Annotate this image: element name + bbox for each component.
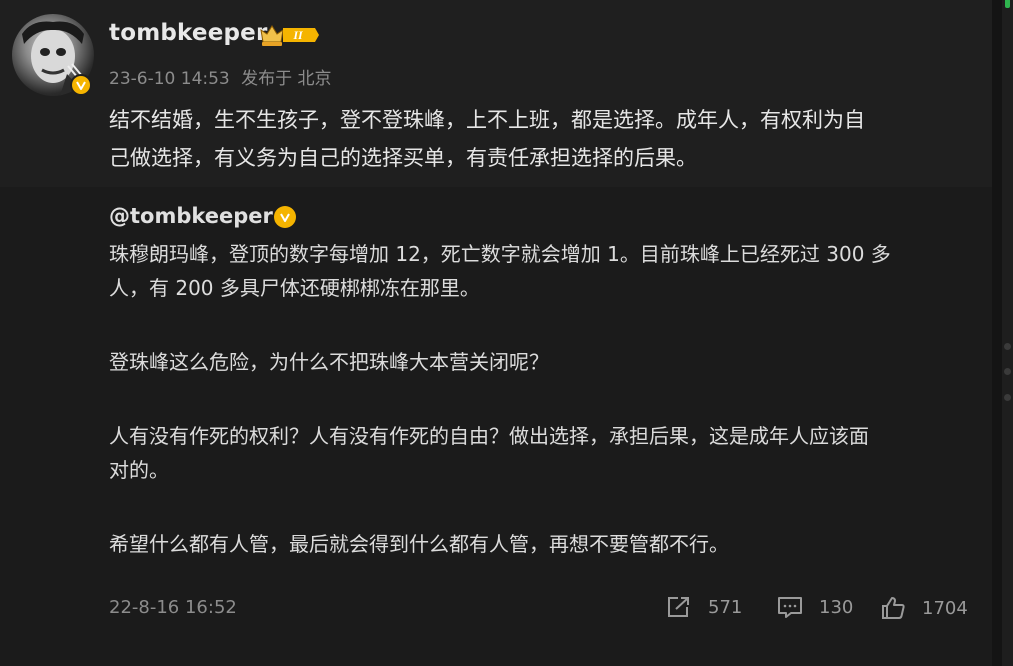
like-count: 1704 xyxy=(922,597,968,619)
reposted-content[interactable]: @tombkeeper 珠穆朗玛峰，登顶的数字每增加 12，死亡数字就会增加 1… xyxy=(0,187,992,666)
verified-icon xyxy=(70,74,92,96)
scrollbar-accent xyxy=(1005,0,1010,8)
repost-body: 珠穆朗玛峰，登顶的数字每增加 12，死亡数字就会增加 1。目前珠峰上已经死过 3… xyxy=(109,237,979,561)
original-post: tombkeeper II 23-6-10 14:53 发布于 北京 结不结婚，… xyxy=(0,0,992,187)
post-timestamp[interactable]: 23-6-10 14:53 xyxy=(109,69,230,89)
comment-button[interactable]: 130 xyxy=(777,595,853,619)
vip-level-text: II xyxy=(292,28,304,42)
scrollbar[interactable] xyxy=(1002,0,1013,666)
like-icon xyxy=(882,597,905,619)
scroll-dot xyxy=(1004,394,1011,401)
username[interactable]: tombkeeper xyxy=(109,20,268,46)
comment-count: 130 xyxy=(819,596,854,618)
post-text-line: 己做选择，有义务为自己的选择买单，有责任承担选择的后果。 xyxy=(109,146,697,170)
repost-text-line: 珠穆朗玛峰，登顶的数字每增加 12，死亡数字就会增加 1。目前珠峰上已经死过 3… xyxy=(109,242,891,266)
scroll-dot xyxy=(1004,368,1011,375)
like-button[interactable]: 1704 xyxy=(880,595,968,621)
scroll-dot xyxy=(1004,343,1011,350)
share-button[interactable]: 571 xyxy=(666,595,742,619)
repost-text-line: 人有没有作死的权利？人有没有作死的自由？做出选择，承担后果，这是成年人应该面 xyxy=(109,424,869,448)
weibo-post-view: tombkeeper II 23-6-10 14:53 发布于 北京 结不结婚，… xyxy=(0,0,1013,666)
share-count: 571 xyxy=(708,596,743,618)
share-icon xyxy=(668,597,689,617)
repost-text-line: 希望什么都有人管，最后就会得到什么都有人管，再想不要管都不行。 xyxy=(109,532,729,556)
post-card: tombkeeper II 23-6-10 14:53 发布于 北京 结不结婚，… xyxy=(0,0,992,666)
post-meta: 23-6-10 14:53 发布于 北京 xyxy=(109,64,332,89)
post-body: 结不结婚，生不生孩子，登不登珠峰，上不上班，都是选择。成年人，有权利为自 己做选… xyxy=(109,101,979,177)
repost-text-line: 人，有 200 多具尸体还硬梆梆冻在那里。 xyxy=(109,276,480,300)
repost-author-link[interactable]: @tombkeeper xyxy=(109,204,273,228)
repost-text-line: 对的。 xyxy=(109,458,169,482)
post-text-line: 结不结婚，生不生孩子，登不登珠峰，上不上班，都是选择。成年人，有权利为自 xyxy=(109,108,865,132)
comment-icon xyxy=(778,597,802,618)
repost-text-line: 登珠峰这么危险，为什么不把珠峰大本营关闭呢？ xyxy=(109,350,549,374)
crown-vip-icon[interactable]: II xyxy=(259,22,321,52)
repost-timestamp[interactable]: 22-8-16 16:52 xyxy=(109,597,237,618)
repost-verified-icon xyxy=(274,206,296,228)
post-location: 发布于 北京 xyxy=(241,69,332,89)
